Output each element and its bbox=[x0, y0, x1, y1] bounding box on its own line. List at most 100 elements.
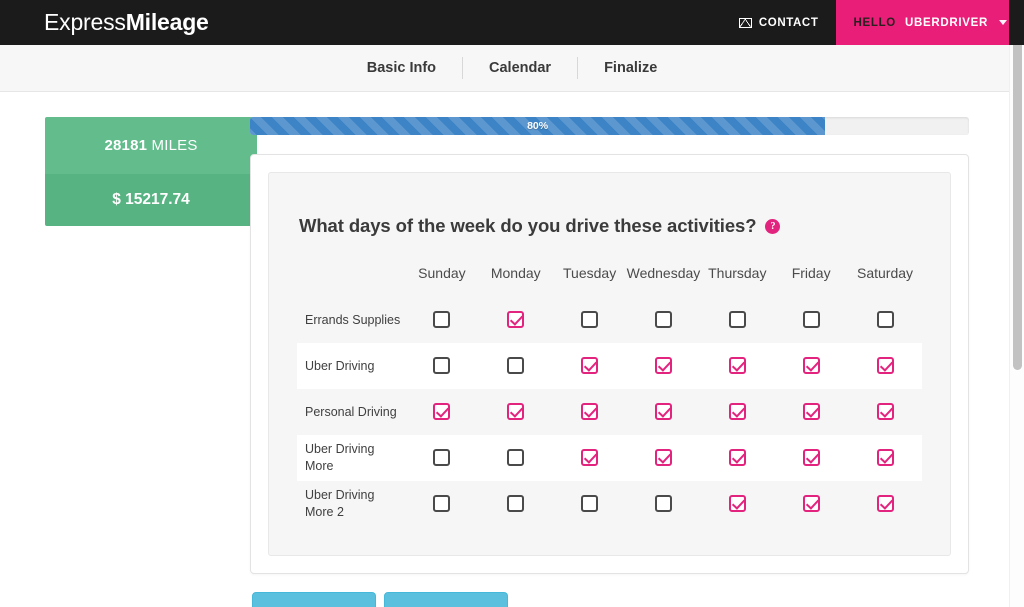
checkbox-thursday[interactable] bbox=[728, 403, 746, 421]
checkbox-wednesday[interactable] bbox=[654, 449, 672, 467]
brand-logo-light: Express bbox=[44, 9, 126, 35]
checkbox-friday[interactable] bbox=[802, 403, 820, 421]
progress-bar-track: 80% bbox=[250, 117, 969, 135]
day-cell bbox=[627, 297, 701, 343]
day-cell bbox=[848, 297, 922, 343]
checkbox-tuesday[interactable] bbox=[581, 449, 599, 467]
progress-bar-fill: 80% bbox=[250, 117, 826, 135]
checkbox-thursday[interactable] bbox=[728, 311, 746, 329]
checkbox-sunday[interactable] bbox=[433, 311, 451, 329]
checkbox-thursday[interactable] bbox=[728, 449, 746, 467]
checkbox-wednesday[interactable] bbox=[654, 495, 672, 513]
day-cell bbox=[848, 481, 922, 527]
next-button[interactable] bbox=[384, 592, 508, 607]
column-header-wednesday: Wednesday bbox=[626, 265, 701, 281]
day-cell bbox=[627, 389, 701, 435]
checkbox-wednesday[interactable] bbox=[654, 357, 672, 375]
previous-button[interactable] bbox=[252, 592, 376, 607]
table-row: Uber Driving More bbox=[297, 435, 922, 481]
checkbox-saturday[interactable] bbox=[876, 449, 894, 467]
day-cell bbox=[848, 343, 922, 389]
checkbox-saturday[interactable] bbox=[876, 495, 894, 513]
day-cell bbox=[478, 435, 553, 481]
checkbox-monday[interactable] bbox=[507, 311, 525, 329]
day-cell bbox=[848, 435, 922, 481]
total-miles-stat: 28181 MILES bbox=[45, 117, 257, 174]
checkbox-monday[interactable] bbox=[507, 449, 525, 467]
checkbox-monday[interactable] bbox=[507, 357, 525, 375]
activity-label: Personal Driving bbox=[305, 404, 397, 419]
column-header-sunday: Sunday bbox=[418, 265, 466, 281]
activity-days-table: Sunday Monday Tuesday Wednesday Thursday… bbox=[297, 265, 922, 527]
activity-label: Errands Supplies bbox=[305, 312, 401, 327]
day-cell bbox=[700, 297, 774, 343]
user-name-label: UBERDRIVER bbox=[904, 16, 988, 29]
day-cell bbox=[774, 481, 848, 527]
checkbox-wednesday[interactable] bbox=[654, 311, 672, 329]
day-cell bbox=[478, 343, 553, 389]
day-cell bbox=[405, 435, 479, 481]
checkbox-friday[interactable] bbox=[802, 311, 820, 329]
checkbox-sunday[interactable] bbox=[433, 449, 451, 467]
table-header: Sunday Monday Tuesday Wednesday Thursday… bbox=[297, 265, 922, 297]
table-row: Uber Driving More 2 bbox=[297, 481, 922, 527]
checkbox-friday[interactable] bbox=[802, 449, 820, 467]
tab-finalize[interactable]: Finalize bbox=[578, 60, 683, 76]
column-header-friday: Friday bbox=[791, 265, 831, 281]
tab-basic-info[interactable]: Basic Info bbox=[341, 60, 462, 76]
page-scrollbar[interactable] bbox=[1009, 0, 1024, 607]
checkbox-friday[interactable] bbox=[802, 357, 820, 375]
navbar-right-group: CONTACT HELLO UBERDRIVER bbox=[721, 0, 1024, 45]
checkbox-monday[interactable] bbox=[507, 495, 525, 513]
table-row: Errands Supplies bbox=[297, 297, 922, 343]
day-cell bbox=[553, 481, 627, 527]
tab-calendar[interactable]: Calendar bbox=[463, 60, 577, 76]
checkbox-saturday[interactable] bbox=[876, 311, 894, 329]
checkbox-saturday[interactable] bbox=[876, 357, 894, 375]
checkbox-tuesday[interactable] bbox=[581, 357, 599, 375]
checkbox-wednesday[interactable] bbox=[654, 403, 672, 421]
chevron-down-icon bbox=[999, 20, 1007, 25]
checkbox-thursday[interactable] bbox=[728, 495, 746, 513]
navbar-scrollbar-cap bbox=[1009, 0, 1024, 45]
help-circle-icon[interactable]: ? bbox=[765, 218, 781, 234]
day-cell bbox=[405, 481, 479, 527]
day-cell bbox=[774, 389, 848, 435]
checkbox-tuesday[interactable] bbox=[581, 495, 599, 513]
table-header-row: Sunday Monday Tuesday Wednesday Thursday… bbox=[297, 265, 922, 297]
envelope-icon bbox=[738, 17, 752, 28]
user-menu[interactable]: HELLO UBERDRIVER bbox=[836, 0, 1024, 45]
checkbox-saturday[interactable] bbox=[876, 403, 894, 421]
activity-label: Uber Driving More 2 bbox=[305, 488, 375, 519]
checkbox-sunday[interactable] bbox=[433, 403, 451, 421]
checkbox-monday[interactable] bbox=[507, 403, 525, 421]
checkbox-tuesday[interactable] bbox=[581, 311, 599, 329]
day-cell bbox=[405, 343, 479, 389]
contact-link[interactable]: CONTACT bbox=[721, 0, 837, 45]
checkbox-friday[interactable] bbox=[802, 495, 820, 513]
checkbox-thursday[interactable] bbox=[728, 357, 746, 375]
brand-logo[interactable]: ExpressMileage bbox=[44, 9, 209, 36]
day-cell bbox=[848, 389, 922, 435]
column-header-thursday: Thursday bbox=[708, 265, 767, 281]
main-content: 80% What days of the week do you drive t… bbox=[250, 117, 1024, 607]
top-navbar: ExpressMileage CONTACT HELLO UBERDRIVER bbox=[0, 0, 1024, 45]
page-body: 28181 MILES $ 15217.74 80% What days of … bbox=[0, 92, 1024, 607]
day-cell bbox=[774, 343, 849, 389]
question-panel: What days of the week do you drive these… bbox=[268, 172, 951, 556]
day-cell bbox=[700, 481, 774, 527]
day-cell bbox=[774, 435, 849, 481]
column-header-activity bbox=[297, 265, 405, 297]
page-scrollbar-thumb[interactable] bbox=[1013, 8, 1022, 370]
secondary-navbar: Basic Info Calendar Finalize bbox=[0, 45, 1024, 92]
day-cell bbox=[626, 435, 701, 481]
day-cell bbox=[552, 343, 627, 389]
activity-label: Uber Driving More bbox=[297, 435, 405, 481]
day-cell bbox=[479, 297, 553, 343]
checkbox-sunday[interactable] bbox=[433, 495, 451, 513]
day-cell bbox=[774, 297, 848, 343]
total-miles-value: 28181 bbox=[104, 137, 148, 154]
checkbox-tuesday[interactable] bbox=[581, 403, 599, 421]
checkbox-sunday[interactable] bbox=[433, 357, 451, 375]
form-card: What days of the week do you drive these… bbox=[250, 154, 969, 574]
